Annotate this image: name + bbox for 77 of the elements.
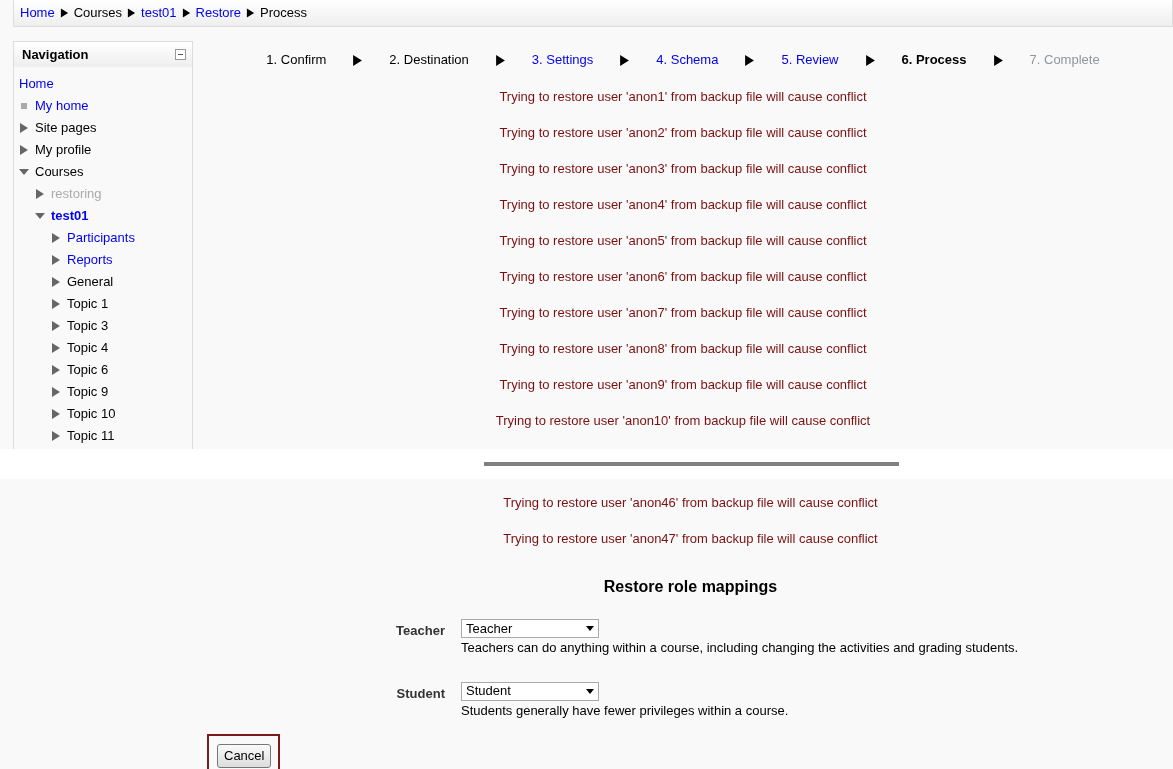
collapse-arrow-icon[interactable] <box>19 167 29 177</box>
nav-item-text[interactable]: Topic 3 <box>67 316 109 336</box>
breadcrumb-link[interactable]: Restore <box>195 3 242 23</box>
conflict-message: Trying to restore user 'anon6' from backup file will cause conflict <box>499 268 867 286</box>
expand-arrow-icon[interactable] <box>51 387 61 397</box>
step-arrow-icon <box>352 54 364 66</box>
step-arrow-icon <box>494 54 506 66</box>
bullet-icon <box>19 101 29 111</box>
conflict-message: Trying to restore user 'anon2' from backup file will cause conflict <box>499 124 867 142</box>
conflict-message: Trying to restore user 'anon4' from backup file will cause conflict <box>499 196 867 214</box>
conflict-message: Trying to restore user 'anon10' from backup file will cause conflict <box>495 412 871 430</box>
expand-arrow-icon[interactable] <box>51 431 61 441</box>
field-label: Student <box>395 684 446 703</box>
nav-item-text[interactable]: Topic 10 <box>67 404 116 424</box>
conflict-message: Trying to restore user 'anon47' from backup file will cause conflict <box>503 530 878 548</box>
conflict-message: Trying to restore user 'anon3' from backup file will cause conflict <box>499 160 867 178</box>
conflict-message: Trying to restore user 'anon1' from backup file will cause conflict <box>499 88 867 106</box>
step-arrow-icon <box>619 54 631 66</box>
conflict-message: Trying to restore user 'anon8' from backup file will cause conflict <box>499 340 867 358</box>
nav-link-item[interactable]: Participants <box>67 228 135 248</box>
expand-arrow-icon[interactable] <box>51 343 61 353</box>
nav-link-item[interactable]: test01 <box>51 206 89 226</box>
step-label: 1. Confirm <box>266 51 327 70</box>
cancel-button[interactable]: Cancel <box>217 744 272 768</box>
section-heading: Restore role mappings <box>603 577 778 597</box>
conflict-message: Trying to restore user 'anon5' from backup file will cause conflict <box>499 232 867 250</box>
step-label: 2. Destination <box>389 51 469 70</box>
step-arrow-icon <box>992 54 1004 66</box>
step-link[interactable]: 3. Settings <box>531 50 594 70</box>
caret-icon <box>586 626 594 631</box>
nav-item-text[interactable]: My profile <box>35 140 92 160</box>
nav-item-text[interactable]: Topic 4 <box>67 338 109 358</box>
nav-item-text[interactable]: Topic 9 <box>67 382 109 402</box>
separator-arrow-icon <box>246 8 256 18</box>
separator-arrow-icon <box>59 8 69 18</box>
step-link[interactable]: 4. Schema <box>656 50 719 70</box>
nav-item-text[interactable]: Topic 11 <box>67 426 115 446</box>
separator-arrow-icon <box>127 8 137 18</box>
field-description: Students generally have fewer privileges within a course. <box>461 701 789 720</box>
breadcrumb-link[interactable]: Home <box>20 3 55 23</box>
breadcrumb-text: Courses <box>73 4 123 23</box>
expand-arrow-icon[interactable] <box>51 321 61 331</box>
collapse-arrow-icon[interactable] <box>35 211 45 221</box>
role-select[interactable]: Teacher <box>461 619 599 638</box>
expand-arrow-icon[interactable] <box>51 365 61 375</box>
nav-item-text[interactable]: Topic 6 <box>67 360 109 380</box>
nav-link-item[interactable]: Home <box>19 74 54 94</box>
collapse-icon[interactable] <box>175 49 186 60</box>
step-label: 7. Complete <box>1029 51 1100 70</box>
conflict-message: Trying to restore user 'anon46' from backup file will cause conflict <box>503 494 878 512</box>
conflict-message: Trying to restore user 'anon7' from backup file will cause conflict <box>499 304 867 322</box>
step-link[interactable]: 5. Review <box>781 50 839 70</box>
field-label: Teacher <box>395 622 446 640</box>
step-label: 6. Process <box>901 51 967 70</box>
expand-arrow-icon[interactable] <box>51 409 61 419</box>
step-arrow-icon <box>744 54 756 66</box>
breadcrumb-link[interactable]: test01 <box>141 3 177 23</box>
expand-arrow-icon[interactable] <box>51 277 61 287</box>
block-title: Navigation <box>22 45 89 64</box>
expand-arrow-icon[interactable] <box>51 299 61 309</box>
caret-icon <box>586 688 594 694</box>
expand-arrow-icon[interactable] <box>19 123 29 133</box>
nav-item-text[interactable]: General <box>67 272 114 292</box>
breadcrumb-text: Process <box>260 4 308 23</box>
expand-arrow-icon[interactable] <box>51 255 61 265</box>
nav-item-text[interactable]: Site pages <box>35 118 97 138</box>
nav-item-text[interactable]: Courses <box>35 162 84 182</box>
expand-arrow-icon[interactable] <box>51 233 61 243</box>
role-select[interactable]: Student <box>461 681 599 701</box>
conflict-message: Trying to restore user 'anon9' from backup file will cause conflict <box>499 376 867 394</box>
expand-arrow-icon[interactable] <box>19 145 29 155</box>
field-description: Teachers can do anything within a course, including changing the activities and grading students. <box>461 639 1019 657</box>
nav-item-text[interactable]: Topic 1 <box>67 294 109 314</box>
nav-link-item[interactable]: My home <box>35 96 89 116</box>
step-arrow-icon <box>864 54 876 66</box>
separator-arrow-icon <box>181 8 191 18</box>
nav-link-item[interactable]: Reports <box>67 250 113 270</box>
